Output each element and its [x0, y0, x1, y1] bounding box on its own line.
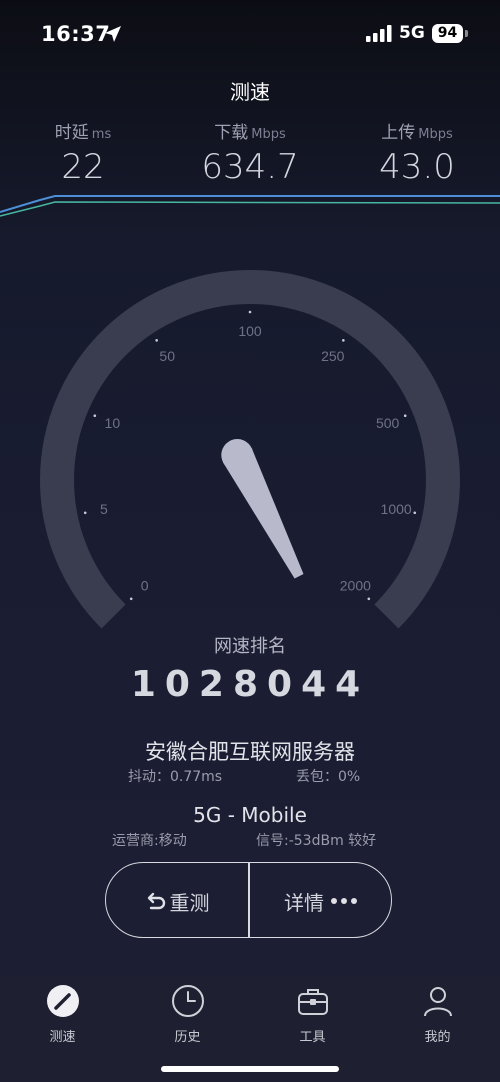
gauge-needle-cap [221, 439, 254, 472]
upload-value: 43.0 [379, 147, 455, 187]
speed-wave-graph [0, 195, 500, 217]
upload-wave-line [0, 201, 500, 217]
status-time: 16:37 [41, 22, 111, 46]
battery-level: 94 [432, 24, 463, 43]
network-name: 5G - Mobile [193, 803, 307, 827]
network-type: 5G [399, 23, 425, 43]
tab-tools[interactable]: 工具 [250, 984, 375, 1045]
location-arrow-icon [105, 26, 121, 42]
gauge-tick-label: 100 [238, 323, 262, 339]
clock-icon [171, 985, 204, 1017]
tab-history[interactable]: 历史 [125, 984, 250, 1045]
battery-icon: 94 [432, 24, 468, 43]
retest-button[interactable]: 重测 [106, 863, 248, 937]
gauge-tick [248, 310, 252, 314]
action-button-group: 重测 详情 [105, 862, 392, 938]
rank-label: 网速排名 [214, 636, 286, 657]
gauge-tick-label: 2000 [340, 577, 371, 593]
speedometer-icon [46, 985, 79, 1017]
gauge-tick [129, 597, 133, 601]
tab-profile[interactable]: 我的 [375, 984, 500, 1045]
status-bar: 16:37 5G 94 [0, 0, 500, 64]
retest-icon [147, 892, 165, 910]
page-title: 测速 [230, 80, 270, 104]
gauge-tick [403, 414, 407, 418]
gauge-tick [83, 511, 87, 515]
gauge-tick [342, 339, 345, 342]
speed-gauge: 0 5 10 50 100 250 500 1000 2000 [40, 270, 460, 629]
gauge-tick-label: 500 [376, 415, 400, 431]
gauge-tick-label: 1000 [381, 501, 412, 517]
detail-label: 详情 [284, 890, 324, 915]
latency-label: 时延 ms [54, 123, 112, 143]
latency-metric: 时延 ms 22 [0, 118, 166, 187]
rank-value: 1028044 [130, 664, 370, 705]
gauge-tick [413, 511, 417, 515]
upload-metric: 上传 Mbps 43.0 [334, 118, 500, 187]
gauge-tick-label: 0 [141, 577, 149, 593]
gauge-tick-label: 250 [321, 348, 345, 364]
server-name: 安徽合肥互联网服务器 [145, 740, 355, 764]
toolbox-icon [297, 989, 328, 1015]
home-indicator [161, 1066, 339, 1072]
gauge-tick-label: 5 [100, 501, 108, 517]
download-value: 634.7 [201, 147, 299, 187]
signal-bars-icon [366, 25, 392, 42]
latency-value: 22 [61, 147, 105, 187]
gauge-tick-label: 10 [105, 415, 121, 431]
gauge-tick [367, 597, 371, 601]
jitter-text: 抖动：0.77ms [128, 769, 223, 785]
detail-button[interactable]: 详情 [250, 863, 391, 937]
retest-label: 重测 [169, 890, 210, 915]
download-label: 下载 Mbps [214, 123, 286, 143]
tab-speedtest[interactable]: 测速 [0, 984, 125, 1045]
signal-text: 信号:-53dBm 较好 [256, 833, 377, 849]
person-icon [423, 987, 452, 1017]
download-wave-line [0, 195, 500, 213]
gauge-tick-label: 50 [159, 348, 175, 364]
more-dots-icon [329, 898, 359, 904]
download-metric: 下载 Mbps 634.7 [167, 118, 333, 187]
gauge-tick [155, 339, 158, 342]
upload-label: 上传 Mbps [381, 123, 453, 143]
carrier-text: 运营商:移动 [112, 833, 187, 849]
packet-loss-text: 丢包：0% [296, 769, 361, 785]
gauge-tick [93, 414, 97, 418]
